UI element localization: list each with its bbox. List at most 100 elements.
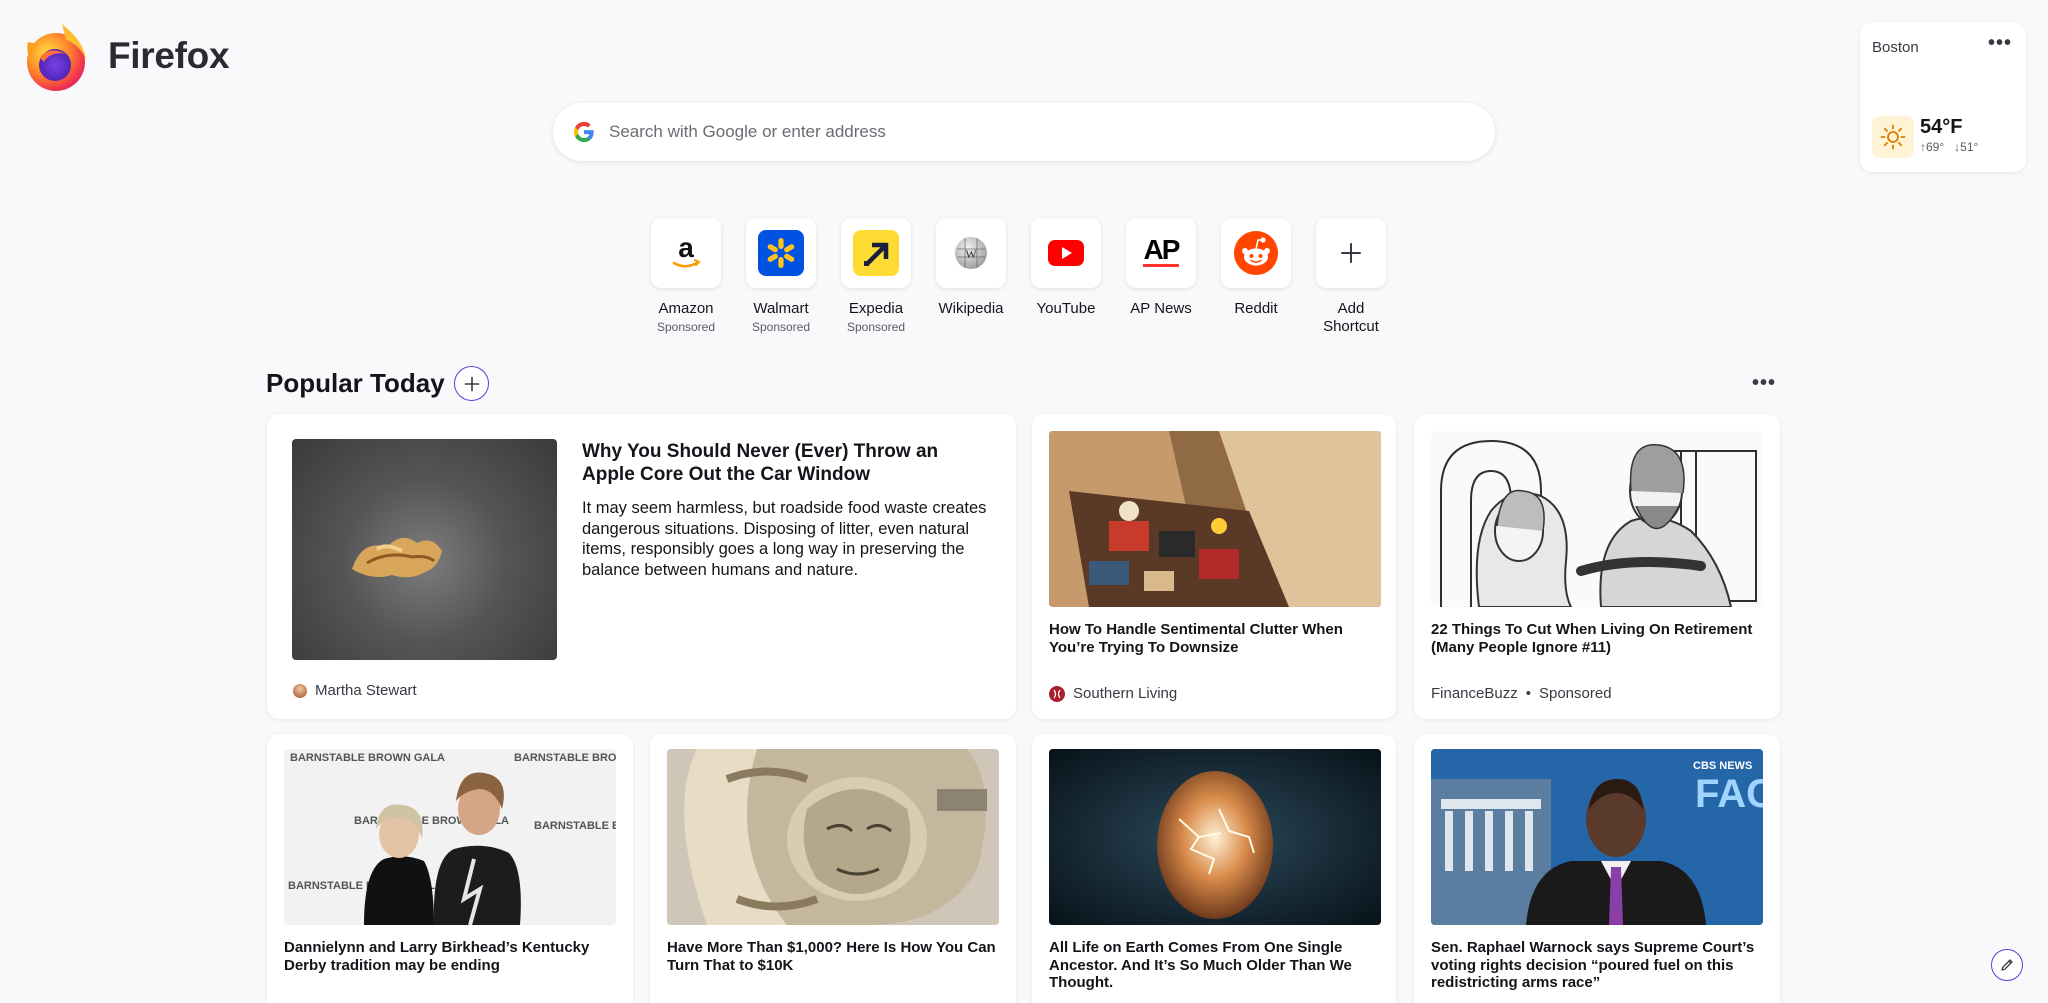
story-title: 22 Things To Cut When Living On Retireme… xyxy=(1431,621,1753,656)
weather-temperature: 54°F xyxy=(1920,116,1963,138)
walmart-icon xyxy=(758,230,804,276)
svg-text:a: a xyxy=(678,232,694,263)
expedia-icon xyxy=(853,230,899,276)
hero-story-card[interactable]: Why You Should Never (Ever) Throw an App… xyxy=(267,414,1016,719)
weather-low: ↓51° xyxy=(1954,140,1979,154)
section-menu-button[interactable]: ••• xyxy=(1752,372,1776,395)
section-title: Popular Today xyxy=(266,368,445,398)
story-card[interactable]: CBS NEWS FACE THE NATION Sen. Raphael Wa… xyxy=(1414,734,1780,1003)
tv-bug-text: CBS NEWS xyxy=(1693,760,1752,772)
story-source: FinanceBuzz • Sponsored xyxy=(1431,685,1612,702)
weather-city: Boston xyxy=(1872,39,1919,56)
svg-text:AP: AP xyxy=(1144,234,1180,265)
plus-icon xyxy=(1341,243,1361,263)
shortcut-sponsored-label: Sponsored xyxy=(751,320,811,334)
shortcut-tile[interactable] xyxy=(1031,218,1101,288)
shortcut-tile[interactable] xyxy=(746,218,816,288)
weather-widget[interactable]: Boston ••• 54°F ↑69° ↓51° xyxy=(1860,22,2026,172)
story-title: Why You Should Never (Ever) Throw an App… xyxy=(582,441,939,485)
southern-living-icon xyxy=(1049,685,1065,702)
add-shortcut[interactable]: Add Shortcut xyxy=(1316,218,1386,336)
shortcut-label: Expedia xyxy=(848,300,904,317)
shortcut-tile[interactable]: AP xyxy=(1126,218,1196,288)
story-excerpt: It may seem harmless, but roadside food … xyxy=(582,499,987,579)
shortcut-tile[interactable]: a xyxy=(651,218,721,288)
story-source: Southern Living xyxy=(1049,685,1177,702)
source-name: FinanceBuzz xyxy=(1431,685,1518,702)
shortcut-label: Walmart xyxy=(753,300,809,317)
weather-high: ↑69° xyxy=(1920,140,1945,154)
story-card[interactable]: How To Handle Sentimental Clutter When Y… xyxy=(1032,414,1396,719)
weather-high-value: 69° xyxy=(1926,140,1945,154)
gala-banner-text: BARNSTABLE BROWN GALA xyxy=(514,752,616,764)
story-card[interactable]: All Life on Earth Comes From One Single … xyxy=(1032,734,1396,1003)
story-image xyxy=(292,439,557,660)
shortcut-label: Wikipedia xyxy=(938,300,1004,317)
brand-name: Firefox xyxy=(108,35,230,76)
shortcut-expedia[interactable]: Expedia Sponsored xyxy=(841,218,911,336)
youtube-icon xyxy=(1048,240,1084,266)
weather-low-value: 51° xyxy=(1960,140,1979,154)
shortcut-walmart[interactable]: Walmart Sponsored xyxy=(746,218,816,336)
shortcut-tile[interactable]: W xyxy=(936,218,1006,288)
shortcut-sponsored-label: Sponsored xyxy=(846,320,906,334)
shortcut-tile[interactable] xyxy=(841,218,911,288)
follow-topic-button[interactable] xyxy=(454,366,489,401)
story-title: All Life on Earth Comes From One Single … xyxy=(1049,939,1352,991)
search-bar[interactable] xyxy=(553,103,1495,161)
ap-news-icon: AP xyxy=(1143,234,1182,267)
source-name: Southern Living xyxy=(1073,685,1178,702)
story-card[interactable]: BARNSTABLE BROWN GALA BARNSTABLE BROWN G… xyxy=(267,734,633,1003)
story-text: Why You Should Never (Ever) Throw an App… xyxy=(582,440,992,580)
sun-icon xyxy=(1880,124,1906,150)
wikipedia-icon: W xyxy=(955,237,987,269)
svg-text:W: W xyxy=(965,247,977,261)
story-title: Have More Than $1,000? Here Is How You C… xyxy=(667,939,996,974)
gala-banner-text: BARNSTABLE BROWN GALA xyxy=(534,820,616,832)
plus-icon xyxy=(464,376,479,391)
reddit-icon xyxy=(1234,231,1278,275)
shortcut-amazon[interactable]: a Amazon Sponsored xyxy=(651,218,721,336)
shortcut-label: YouTube xyxy=(1036,300,1096,317)
shortcuts-row: a Amazon Sponsored Walmart Sponsored Exp… xyxy=(651,218,1386,336)
google-icon xyxy=(573,121,594,143)
pencil-icon xyxy=(2001,959,2013,971)
weather-menu-button[interactable]: ••• xyxy=(1988,32,2012,55)
weather-range: ↑69° ↓51° xyxy=(1920,140,1978,154)
shortcut-wikipedia[interactable]: W Wikipedia xyxy=(936,218,1006,336)
shortcut-reddit[interactable]: Reddit xyxy=(1221,218,1291,336)
sponsored-story-card[interactable]: 22 Things To Cut When Living On Retireme… xyxy=(1414,414,1780,719)
story-image xyxy=(1049,749,1381,925)
shortcut-label: Add Shortcut xyxy=(1323,300,1379,335)
amazon-icon: a xyxy=(672,232,701,268)
source-favicon-icon xyxy=(293,683,307,698)
story-image xyxy=(1049,431,1381,607)
story-title: Dannielynn and Larry Birkhead’s Kentucky… xyxy=(284,939,590,974)
story-image xyxy=(1431,431,1763,607)
story-card[interactable]: Have More Than $1,000? Here Is How You C… xyxy=(650,734,1016,1003)
shortcut-tile[interactable] xyxy=(1221,218,1291,288)
shortcut-label: AP News xyxy=(1130,300,1192,317)
firefox-brand: Firefox xyxy=(22,20,230,92)
shortcut-youtube[interactable]: YouTube xyxy=(1031,218,1101,336)
story-image xyxy=(667,749,999,925)
story-image: CBS NEWS FACE THE NATION xyxy=(1431,749,1763,925)
shortcut-label: Amazon xyxy=(658,300,714,317)
source-name: Martha Stewart xyxy=(315,682,417,699)
story-title: Sen. Raphael Warnock says Supreme Court’… xyxy=(1431,939,1755,991)
shortcut-label: Reddit xyxy=(1234,300,1278,317)
story-source: Martha Stewart xyxy=(293,682,417,699)
tv-show-text: FACE THE NATION xyxy=(1695,772,1763,816)
story-image: BARNSTABLE BROWN GALA BARNSTABLE BROWN G… xyxy=(284,749,616,925)
shortcut-sponsored-label: Sponsored xyxy=(656,320,716,334)
sponsored-label: Sponsored xyxy=(1538,685,1612,702)
story-title: How To Handle Sentimental Clutter When Y… xyxy=(1049,621,1343,656)
add-shortcut-tile[interactable] xyxy=(1316,218,1386,288)
separator-dot: • xyxy=(1525,685,1531,702)
firefox-logo-icon xyxy=(27,24,86,91)
weather-condition xyxy=(1872,116,1914,158)
customize-button[interactable] xyxy=(1991,949,2023,981)
gala-banner-text: BARNSTABLE BROWN GALA xyxy=(290,752,445,764)
search-input[interactable] xyxy=(609,122,1469,142)
shortcut-ap-news[interactable]: AP AP News xyxy=(1126,218,1196,336)
